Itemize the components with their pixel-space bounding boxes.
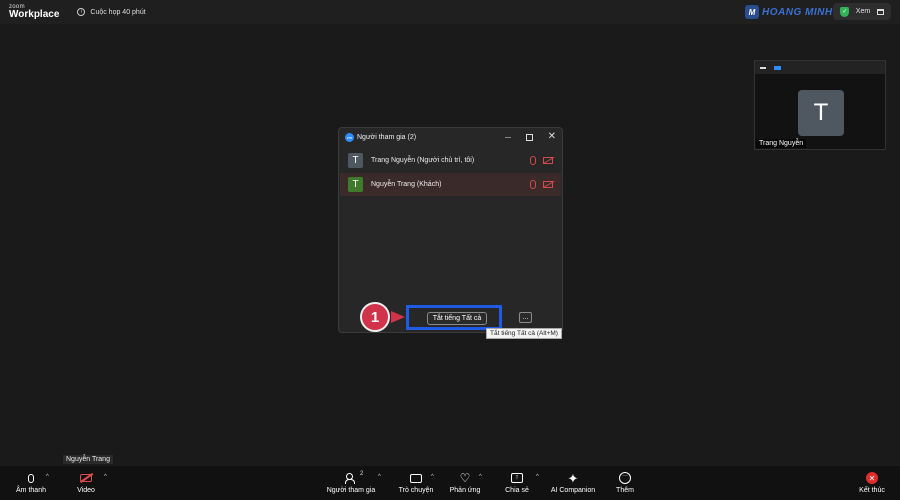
share-screen-icon: ↑ [511, 473, 523, 483]
participant-avatar: T [348, 153, 363, 168]
chat-icon [410, 473, 422, 483]
participant-avatar: T [348, 177, 363, 192]
participants-button[interactable]: 2 Người tham gia [322, 466, 380, 500]
chat-options-chevron-icon[interactable]: ^ [431, 474, 434, 480]
view-label: Xem [855, 8, 871, 15]
end-meeting-button[interactable]: ✕ Kết thúc [856, 466, 888, 500]
more-label: Thêm [616, 487, 634, 494]
video-off-icon[interactable] [543, 181, 553, 188]
brand-large-text: Workplace [9, 9, 60, 20]
audio-options-chevron-icon[interactable]: ^ [46, 474, 49, 480]
minimize-icon[interactable] [760, 66, 766, 69]
share-options-chevron-icon[interactable]: ^ [536, 474, 539, 480]
end-label: Kết thúc [859, 487, 885, 494]
participants-label: Người tham gia [326, 487, 376, 494]
share-label: Chia sẻ [505, 487, 529, 494]
more-icon: ··· [619, 472, 631, 484]
participants-icon [345, 473, 357, 484]
mic-muted-icon[interactable] [530, 156, 536, 165]
meeting-info-text: Cuộc họp 40 phút [90, 8, 146, 16]
thumbnail-header [755, 61, 885, 74]
participant-name: Trang Nguyễn (Người chủ trì, tôi) [371, 157, 475, 164]
tile-view-icon[interactable] [774, 65, 781, 70]
mute-all-tooltip: Tắt tiếng Tất cả (Alt+M) [486, 328, 562, 339]
view-grid-icon [876, 8, 884, 15]
participants-options-chevron-icon[interactable]: ^ [378, 474, 381, 480]
reactions-button[interactable]: ♡ Phản ứng [448, 466, 482, 500]
chat-label: Trò chuyện [398, 487, 434, 494]
ai-companion-button[interactable]: ✦ AI Companion [549, 466, 597, 500]
meeting-info[interactable]: i Cuộc họp 40 phút [77, 8, 146, 16]
ai-companion-label: AI Companion [550, 487, 596, 494]
reactions-options-chevron-icon[interactable]: ^ [479, 474, 482, 480]
zoom-logo: zoom Workplace [9, 4, 59, 20]
security-shield-icon: ✓ [840, 6, 850, 17]
microphone-icon [28, 473, 34, 483]
mute-all-button[interactable]: Tắt tiếng Tất cả [427, 312, 487, 325]
self-view-name: Nguyễn Trang [63, 455, 113, 464]
chat-button[interactable]: Trò chuyện [396, 466, 436, 500]
top-bar: zoom Workplace i Cuộc họp 40 phút M HOAN… [0, 0, 900, 24]
watermark-logo-icon: M [745, 5, 759, 19]
maximize-window-icon[interactable] [525, 133, 533, 141]
window-controls: ✕ [504, 132, 556, 142]
more-options-button[interactable]: ... [519, 312, 532, 323]
audio-button[interactable]: Âm thanh [14, 466, 48, 500]
video-off-icon [80, 474, 92, 482]
share-button[interactable]: ↑ Chia sẻ [503, 466, 531, 500]
meeting-toolbar: Âm thanh ^ Video ^ 2 Người tham gia ^ Tr… [0, 466, 900, 500]
zoom-app-icon: zm [345, 132, 354, 142]
more-button[interactable]: ··· Thêm [612, 466, 638, 500]
view-button[interactable]: ✓ Xem [833, 3, 891, 20]
minimize-window-icon[interactable] [504, 136, 511, 138]
close-window-icon[interactable]: ✕ [548, 132, 556, 142]
video-label: Video [77, 487, 95, 494]
video-off-icon[interactable] [543, 157, 553, 164]
watermark: M HOANG MINH [745, 5, 833, 19]
audio-label: Âm thanh [16, 487, 46, 494]
participant-name: Nguyễn Trang (Khách) [371, 181, 442, 188]
participant-row[interactable]: T Nguyễn Trang (Khách) [340, 173, 561, 196]
video-thumbnail[interactable]: T Trang Nguyễn [754, 60, 886, 150]
panel-header: zm Người tham gia (2) ✕ [339, 128, 562, 146]
step-arrow [391, 311, 405, 323]
video-button[interactable]: Video [72, 466, 100, 500]
end-call-icon: ✕ [866, 472, 878, 484]
participants-count: 2 [360, 471, 364, 477]
info-icon[interactable]: i [77, 8, 86, 16]
thumbnail-avatar: T [798, 90, 844, 136]
sparkle-icon: ✦ [567, 470, 579, 486]
thumbnail-name: Trang Nguyễn [756, 139, 807, 148]
panel-title: Người tham gia (2) [357, 133, 417, 141]
mic-muted-icon[interactable] [530, 180, 536, 189]
watermark-text: HOANG MINH [762, 6, 833, 18]
reactions-label: Phản ứng [449, 487, 481, 494]
heart-icon: ♡ [459, 471, 471, 485]
step-badge: 1 [360, 302, 390, 332]
video-options-chevron-icon[interactable]: ^ [104, 474, 107, 480]
participant-row[interactable]: T Trang Nguyễn (Người chủ trì, tôi) [340, 149, 561, 172]
